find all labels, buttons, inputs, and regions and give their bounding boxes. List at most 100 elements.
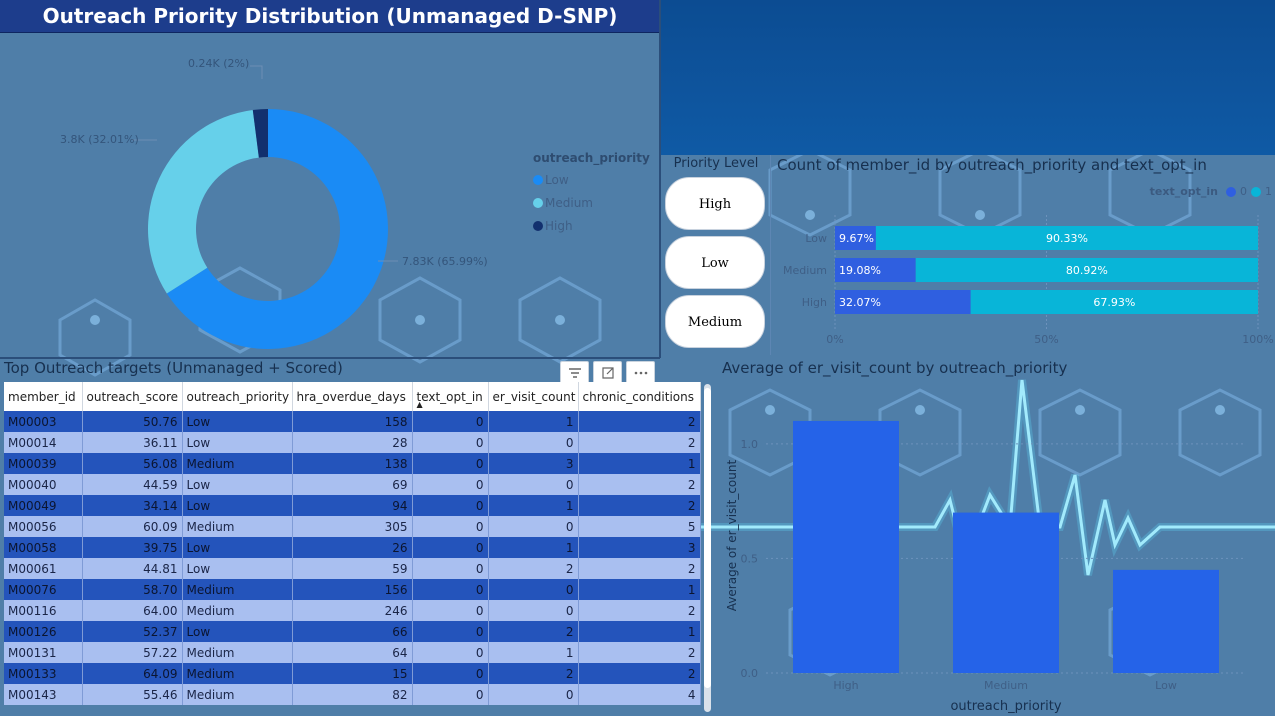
cell-chronic-conditions: 2 — [578, 600, 701, 621]
cell-er-visit-count: 0 — [488, 516, 579, 537]
cell-outreach-priority: Low — [182, 495, 293, 516]
bar-high[interactable] — [793, 420, 899, 673]
cell-text-opt-in: 0 — [412, 453, 489, 474]
cell-er-visit-count: 1 — [488, 495, 579, 516]
legend-item-medium[interactable]: Medium — [533, 196, 650, 210]
cell-outreach-score: 60.09 — [82, 516, 183, 537]
table-row[interactable]: M00116 64.00 Medium 246 0 0 2 — [4, 600, 701, 621]
cell-er-visit-count: 2 — [488, 621, 579, 642]
cell-hra-overdue-days: 69 — [292, 474, 413, 495]
table-row[interactable]: M00126 52.37 Low 66 0 2 1 — [4, 621, 701, 642]
bar-medium[interactable] — [953, 512, 1059, 673]
cell-er-visit-count: 1 — [488, 537, 579, 558]
x-tick-label: 0% — [826, 333, 843, 346]
cell-hra-overdue-days: 94 — [292, 495, 413, 516]
outreach-targets-table: member_id outreach_score outreach_priori… — [4, 382, 701, 705]
leader-line-high — [250, 65, 263, 79]
column-header-hra-overdue-days[interactable]: hra_overdue_days — [292, 382, 413, 411]
y-tick-label: Low — [805, 232, 827, 245]
cell-outreach-priority: Low — [182, 432, 293, 453]
cell-hra-overdue-days: 28 — [292, 432, 413, 453]
sort-ascending-icon: ▲ — [416, 400, 423, 409]
cell-chronic-conditions: 2 — [578, 474, 701, 495]
table-row[interactable]: M00056 60.09 Medium 305 0 0 5 — [4, 516, 701, 537]
cell-chronic-conditions: 2 — [578, 411, 701, 432]
cell-hra-overdue-days: 305 — [292, 516, 413, 537]
table-row[interactable]: M00003 50.76 Low 158 0 1 2 — [4, 411, 701, 432]
data-label: 9.67% — [839, 232, 874, 245]
legend-item-high[interactable]: High — [533, 219, 650, 233]
bar-low[interactable] — [1113, 569, 1219, 673]
table-row[interactable]: M00076 58.70 Medium 156 0 0 1 — [4, 579, 701, 600]
cell-outreach-score: 36.11 — [82, 432, 183, 453]
cell-chronic-conditions: 2 — [578, 432, 701, 453]
stacked-bar-chart-panel[interactable]: Count of member_id by outreach_priority … — [772, 155, 1275, 355]
column-header-er-visit-count[interactable]: er_visit_count — [488, 382, 579, 411]
cell-text-opt-in: 0 — [412, 495, 489, 516]
legend-label-low: Low — [545, 173, 569, 187]
er-visit-bar-chart-panel[interactable]: Average of er_visit_count by outreach_pr… — [716, 358, 1275, 716]
outreach-targets-table-panel: Top Outreach targets (Unmanaged + Scored… — [0, 358, 716, 716]
cell-outreach-priority: Medium — [182, 663, 293, 684]
cell-outreach-priority: Low — [182, 558, 293, 579]
table-row[interactable]: M00058 39.75 Low 26 0 1 3 — [4, 537, 701, 558]
cell-outreach-score: 64.09 — [82, 663, 183, 684]
x-tick-label: 100% — [1242, 333, 1273, 346]
table-row[interactable]: M00039 56.08 Medium 138 0 3 1 — [4, 453, 701, 474]
table-row[interactable]: M00014 36.11 Low 28 0 0 2 — [4, 432, 701, 453]
x-tick-label: High — [833, 679, 858, 692]
table-row[interactable]: M00040 44.59 Low 69 0 0 2 — [4, 474, 701, 495]
page-title: Outreach Priority Distribution (Unmanage… — [42, 4, 618, 28]
column-header-chronic-conditions[interactable]: chronic_conditions — [578, 382, 701, 411]
column-header-outreach-priority[interactable]: outreach_priority — [182, 382, 293, 411]
table-row[interactable]: M00131 57.22 Medium 64 0 1 2 — [4, 642, 701, 663]
column-header-text-opt-in[interactable]: text_opt_in ▲ — [412, 382, 489, 411]
cell-hra-overdue-days: 26 — [292, 537, 413, 558]
cell-chronic-conditions: 2 — [578, 663, 701, 684]
donut-slice-medium[interactable] — [148, 109, 259, 294]
slicer-divider — [770, 155, 771, 355]
cell-outreach-score: 50.76 — [82, 411, 183, 432]
er-visit-bar-chart[interactable]: 0.00.51.0High Medium Lowoutreach_priorityA… — [716, 358, 1275, 716]
stacked-bar-chart[interactable]: 0% 50% 100% Low 9.67% 90.33% Medium 19.08% 80.92… — [772, 155, 1275, 355]
cell-text-opt-in: 0 — [412, 537, 489, 558]
scrollbar-thumb[interactable] — [704, 388, 711, 688]
slicer-option-medium[interactable]: Medium — [665, 295, 765, 348]
cell-member-id: M00039 — [4, 453, 83, 474]
cell-text-opt-in: 0 — [412, 642, 489, 663]
cell-text-opt-in: 0 — [412, 621, 489, 642]
x-axis-label: outreach_priority — [950, 699, 1061, 714]
legend-title: outreach_priority — [533, 151, 650, 165]
cell-outreach-score: 64.00 — [82, 600, 183, 621]
cell-outreach-priority: Low — [182, 621, 293, 642]
donut-chart-panel[interactable]: 0.24K (2%) 3.8K (32.01%) 7.83K (65.99%) … — [0, 33, 660, 358]
cell-outreach-priority: Low — [182, 411, 293, 432]
cell-member-id: M00116 — [4, 600, 83, 621]
slicer-option-high[interactable]: High — [665, 177, 765, 230]
vertical-divider — [659, 0, 661, 358]
table-row[interactable]: M00143 55.46 Medium 82 0 0 4 — [4, 684, 701, 705]
cell-member-id: M00126 — [4, 621, 83, 642]
cell-member-id: M00049 — [4, 495, 83, 516]
y-tick-label: 0.5 — [741, 552, 759, 565]
cell-chronic-conditions: 1 — [578, 453, 701, 474]
column-header-member-id[interactable]: member_id — [4, 382, 83, 411]
cell-outreach-score: 34.14 — [82, 495, 183, 516]
table-row[interactable]: M00061 44.81 Low 59 0 2 2 — [4, 558, 701, 579]
cell-hra-overdue-days: 59 — [292, 558, 413, 579]
table-scrollbar[interactable] — [704, 384, 711, 712]
cell-text-opt-in: 0 — [412, 663, 489, 684]
cell-outreach-score: 39.75 — [82, 537, 183, 558]
table-row[interactable]: M00133 64.09 Medium 15 0 2 2 — [4, 663, 701, 684]
legend-item-low[interactable]: Low — [533, 173, 650, 187]
cell-member-id: M00014 — [4, 432, 83, 453]
x-tick-label: Low — [1155, 679, 1177, 692]
cell-outreach-priority: Low — [182, 537, 293, 558]
cell-er-visit-count: 0 — [488, 600, 579, 621]
slicer-option-low[interactable]: Low — [665, 236, 765, 289]
cell-outreach-score: 44.59 — [82, 474, 183, 495]
cell-outreach-priority: Medium — [182, 600, 293, 621]
column-header-outreach-score[interactable]: outreach_score — [82, 382, 183, 411]
cell-er-visit-count: 2 — [488, 558, 579, 579]
table-row[interactable]: M00049 34.14 Low 94 0 1 2 — [4, 495, 701, 516]
